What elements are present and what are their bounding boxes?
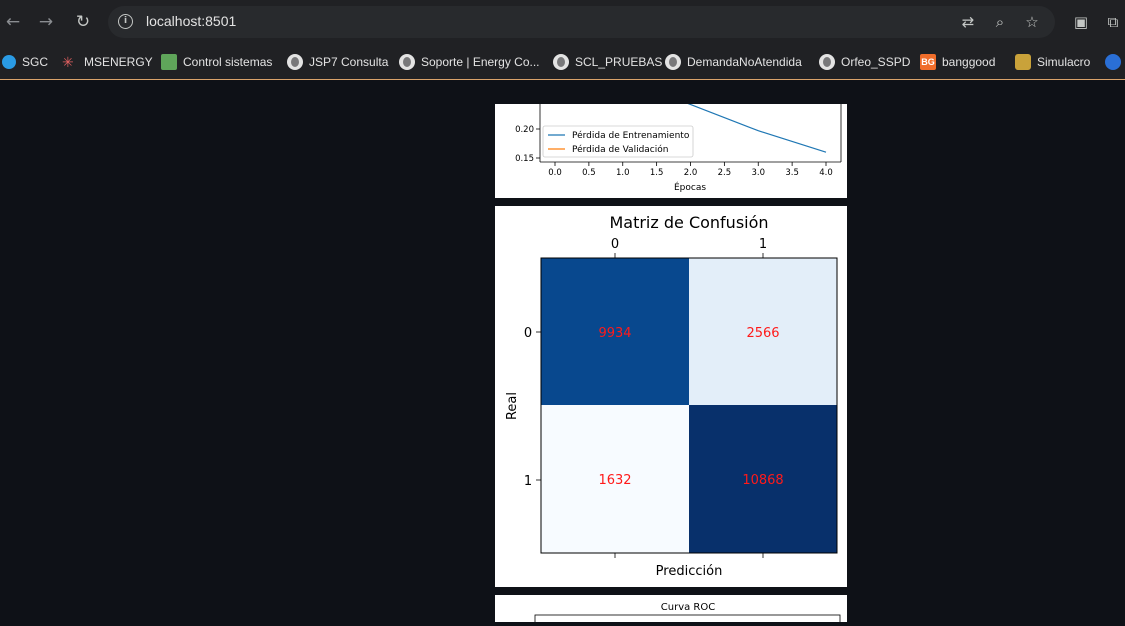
loss-x-tick-label: 3.0: [751, 168, 765, 178]
loss-x-tick-label: 2.5: [718, 168, 732, 178]
value-real1-pred0: 1632: [598, 473, 631, 488]
bookmark-soporte[interactable]: Soporte | Energy Co...: [399, 52, 540, 72]
loss-y-tick-label: 0.15: [515, 154, 534, 164]
msenergy-icon: ✳: [62, 54, 74, 70]
bookmarks-bar: SGC ✳ MSENERGY Control sistemas JSP7 Con…: [0, 44, 1125, 80]
col-label-1: 1: [759, 237, 767, 252]
browser-toolbar: ← → ↻ i localhost:8501 ⇄ ⌕ ☆ ▣ ⧉: [0, 0, 1125, 44]
loss-y-tick-label: 0.20: [515, 125, 534, 135]
bookmark-banggood[interactable]: BG banggood: [920, 52, 995, 72]
control-icon: [161, 54, 177, 70]
value-real1-pred1: 10868: [742, 473, 783, 488]
bookmark-label: SCL_PRUEBAS: [575, 55, 663, 69]
bookmark-overflow[interactable]: [1105, 52, 1125, 72]
globe-icon: [553, 54, 569, 70]
banggood-icon: BG: [920, 54, 936, 70]
globe-icon: [819, 54, 835, 70]
roc-title: Curva ROC: [661, 602, 715, 613]
globe-icon: [399, 54, 415, 70]
loss-chart-card: 0.0 0.5 1.0 1.5 2.0 2.5 3.0 3.5 4.0 0.15 0.20 Pér…: [495, 102, 847, 198]
overflow-bookmark-icon: [1105, 54, 1121, 70]
bookmark-sgc[interactable]: SGC: [2, 52, 48, 72]
loss-x-tick-label: 2.0: [684, 168, 698, 178]
url-text[interactable]: localhost:8501: [146, 13, 236, 29]
bookmark-label: Simulacro: [1037, 55, 1091, 69]
loss-x-tick-label: 1.0: [616, 168, 630, 178]
back-arrow-icon[interactable]: ←: [1, 10, 25, 34]
forward-arrow-icon[interactable]: →: [34, 10, 58, 34]
loss-x-label: Épocas: [674, 181, 706, 193]
globe-icon: [287, 54, 303, 70]
roc-chart: Curva ROC: [534, 602, 841, 626]
loss-x-tick-label: 1.5: [650, 168, 664, 178]
translate-icon[interactable]: ⇄: [958, 12, 978, 32]
bookmark-label: JSP7 Consulta: [309, 55, 389, 69]
loss-x-tick-label: 4.0: [819, 168, 833, 178]
bookmark-label: banggood: [942, 55, 996, 69]
confusion-x-label: Predicción: [656, 564, 723, 579]
bookmark-msenergy[interactable]: ✳ MSENERGY: [62, 52, 153, 72]
training-loss-line: [686, 102, 827, 153]
row-label-1: 1: [524, 474, 532, 489]
value-real0-pred0: 9934: [598, 326, 631, 341]
bookmark-label: SGC: [22, 55, 49, 69]
zoom-icon[interactable]: ⌕: [990, 12, 1010, 32]
loss-y-ticks: 0.15 0.20: [515, 125, 540, 164]
bookmark-star-icon[interactable]: ☆: [1022, 12, 1042, 32]
sgc-icon: [2, 55, 16, 69]
row-label-0: 0: [524, 326, 532, 341]
loss-x-tick-label: 3.5: [785, 168, 799, 178]
loss-x-tick-label: 0.0: [548, 168, 562, 178]
bookmark-simulacro[interactable]: Simulacro: [1015, 52, 1090, 72]
bookmark-label: DemandaNoAtendida: [687, 55, 802, 69]
bookmark-demanda[interactable]: DemandaNoAtendida: [665, 52, 802, 72]
extension-icon[interactable]: ▣: [1071, 12, 1091, 32]
puzzle-icon[interactable]: ⧉: [1103, 12, 1123, 32]
bookmark-label: Control sistemas: [183, 55, 273, 69]
loss-x-tick-label: 0.5: [582, 168, 596, 178]
confusion-matrix-chart: Matriz de Confusión 0 1 9934 2566 1632 1…: [505, 213, 838, 579]
bookmark-label: Orfeo_SSPD: [841, 55, 911, 69]
simulacro-icon: [1015, 54, 1031, 70]
bookmark-orfeo[interactable]: Orfeo_SSPD: [819, 52, 910, 72]
col-label-0: 0: [611, 237, 619, 252]
confusion-matrix-card: Matriz de Confusión 0 1 9934 2566 1632 1…: [495, 206, 847, 587]
roc-axes-frame: [534, 614, 841, 626]
bookmark-scl-pruebas[interactable]: SCL_PRUEBAS: [553, 52, 662, 72]
site-info-icon[interactable]: i: [118, 14, 133, 29]
address-bar[interactable]: i localhost:8501 ⇄ ⌕ ☆: [108, 6, 1055, 38]
confusion-y-label: Real: [505, 392, 520, 420]
reload-icon[interactable]: ↻: [71, 10, 95, 34]
bookmark-jsp7[interactable]: JSP7 Consulta: [287, 52, 388, 72]
loss-legend: Pérdida de Entrenamiento Pérdida de Vali…: [542, 125, 694, 158]
bookmark-control-sistemas[interactable]: Control sistemas: [161, 52, 272, 72]
loss-chart: 0.0 0.5 1.0 1.5 2.0 2.5 3.0 3.5 4.0 0.15 0.20 Pér…: [515, 102, 842, 193]
roc-chart-card: Curva ROC: [495, 595, 847, 626]
globe-icon: [665, 54, 681, 70]
loss-x-ticks: 0.0 0.5 1.0 1.5 2.0 2.5 3.0 3.5 4.0: [548, 162, 833, 178]
legend-val-label: Pérdida de Validación: [572, 144, 668, 155]
bookmark-label: Soporte | Energy Co...: [421, 55, 540, 69]
legend-train-label: Pérdida de Entrenamiento: [572, 130, 690, 141]
value-real0-pred1: 2566: [746, 326, 779, 341]
confusion-title: Matriz de Confusión: [609, 213, 768, 232]
bookmark-label: MSENERGY: [84, 55, 153, 69]
